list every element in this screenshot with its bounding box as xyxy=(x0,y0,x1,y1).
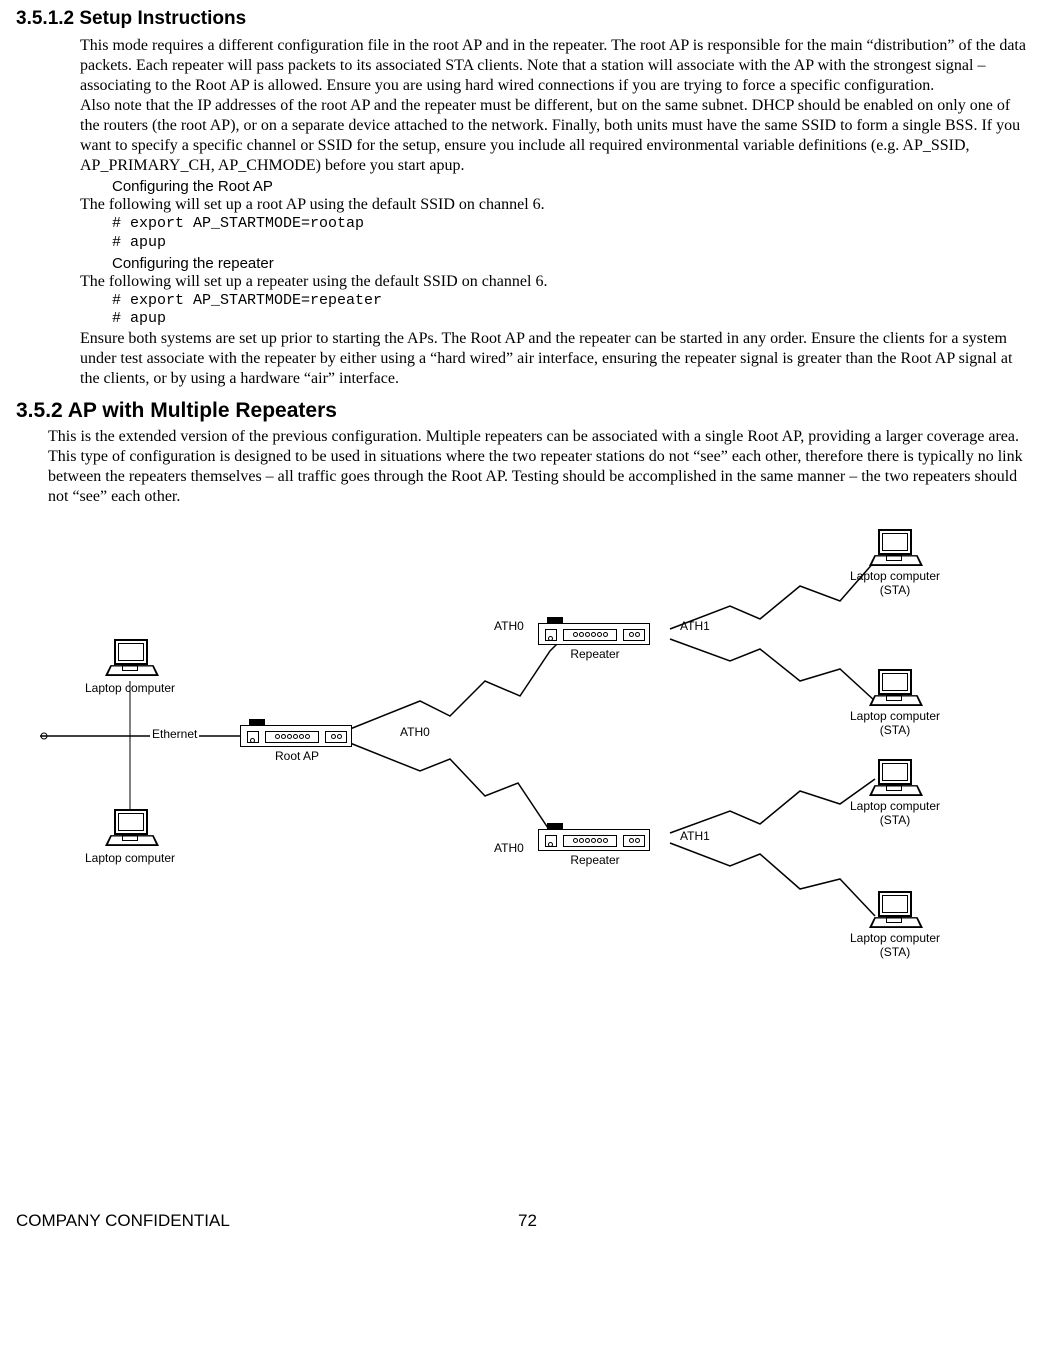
ath0-label: ATH0 xyxy=(494,841,524,855)
root-ap-icon xyxy=(240,725,352,747)
subheading-configure-repeater: Configuring the repeater xyxy=(112,255,1039,272)
paragraph: Also note that the IP addresses of the r… xyxy=(80,96,1029,176)
footer-confidential: COMPANY CONFIDENTIAL xyxy=(16,1211,357,1231)
laptop-label: Laptop computer xyxy=(80,681,180,695)
root-ap-label: Root AP xyxy=(262,749,332,763)
ath0-label: ATH0 xyxy=(400,725,430,739)
paragraph: Ensure both systems are set up prior to … xyxy=(80,329,1029,389)
repeater-icon xyxy=(538,623,650,645)
repeater-label: Repeater xyxy=(565,853,625,867)
heading-multiple-repeaters: 3.5.2 AP with Multiple Repeaters xyxy=(16,399,1039,423)
laptop-sta-label: Laptop computer (STA) xyxy=(840,931,950,959)
ath1-label: ATH1 xyxy=(680,829,710,843)
laptop-icon xyxy=(108,639,152,677)
ethernet-label: Ethernet xyxy=(150,727,199,741)
ath0-label: ATH0 xyxy=(494,619,524,633)
laptop-icon xyxy=(108,809,152,847)
network-diagram: Ethernet Laptop computer Laptop computer… xyxy=(40,511,1000,991)
laptop-sta-label: Laptop computer (STA) xyxy=(840,799,950,827)
laptop-sta-label: Laptop computer (STA) xyxy=(840,709,950,737)
paragraph: This is the extended version of the prev… xyxy=(48,427,1029,507)
laptop-label: Laptop computer xyxy=(80,851,180,865)
laptop-sta-label: Laptop computer (STA) xyxy=(840,569,950,597)
code-block: # export AP_STARTMODE=rootap # apup xyxy=(112,215,1039,253)
laptop-icon xyxy=(872,669,916,707)
page-footer: COMPANY CONFIDENTIAL 72 xyxy=(16,1211,1039,1231)
page-number: 72 xyxy=(357,1211,698,1231)
code-block: # export AP_STARTMODE=repeater # apup xyxy=(112,292,1039,330)
ath1-label: ATH1 xyxy=(680,619,710,633)
laptop-icon xyxy=(872,529,916,567)
paragraph: This mode requires a different configura… xyxy=(80,36,1029,96)
repeater-icon xyxy=(538,829,650,851)
laptop-icon xyxy=(872,891,916,929)
paragraph: The following will set up a repeater usi… xyxy=(80,272,1029,292)
laptop-icon xyxy=(872,759,916,797)
heading-setup-instructions: 3.5.1.2 Setup Instructions xyxy=(16,8,1039,30)
subheading-configure-root-ap: Configuring the Root AP xyxy=(112,178,1039,195)
paragraph: The following will set up a root AP usin… xyxy=(80,195,1029,215)
repeater-label: Repeater xyxy=(565,647,625,661)
